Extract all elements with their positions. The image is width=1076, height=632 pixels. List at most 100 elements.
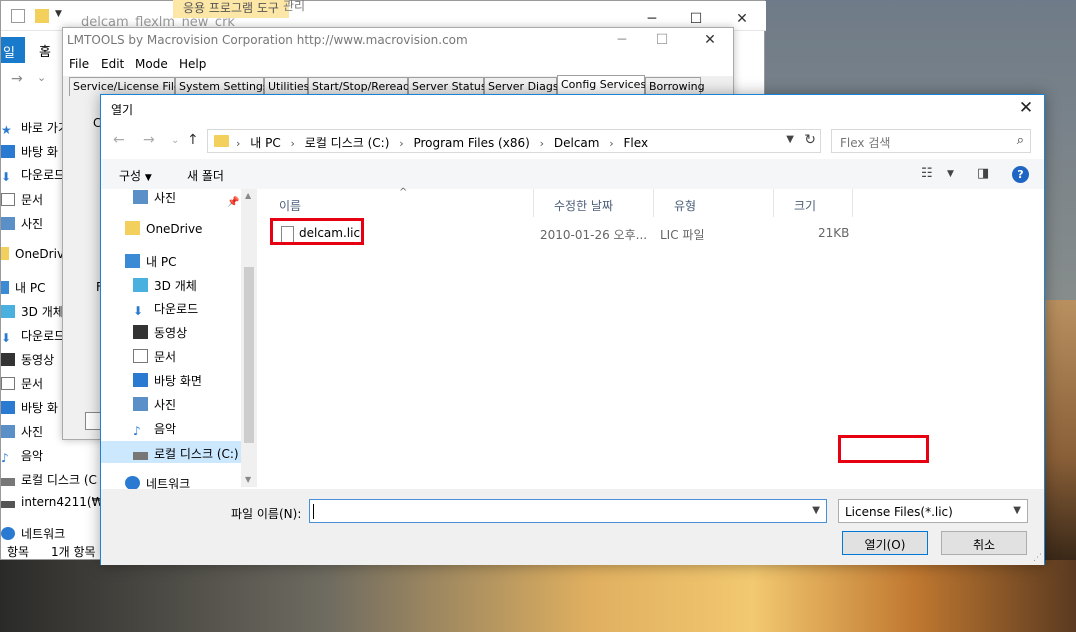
chevron-right-icon: › [399,137,404,150]
chevron-down-icon[interactable]: ▼ [786,134,794,145]
menu-file[interactable]: File [69,57,89,71]
column-type[interactable]: 유형 [654,189,774,217]
sidebar-item-videos[interactable]: 동영상 [1,351,54,373]
forward-arrow-icon[interactable]: → [143,132,155,148]
network-icon [125,476,140,489]
sidebar-item-desktop-2[interactable]: 바탕 화 [1,399,58,421]
chevron-down-icon[interactable]: ▼ [812,505,820,516]
filename-input[interactable]: ▼ [309,499,827,523]
nav-item-pictures-2[interactable]: 사진 [133,396,176,418]
maximize-icon[interactable]: ☐ [647,32,677,48]
folder-icon [214,135,229,147]
nav-item-pc[interactable]: 내 PC [125,253,176,275]
desktop-wallpaper [0,560,1076,632]
view-dropdown-icon[interactable]: ▼ [947,169,954,179]
close-icon[interactable]: ✕ [1014,97,1038,121]
menu-mode[interactable]: Mode [135,57,168,71]
ribbon-home-tab[interactable]: 홈 [39,41,51,60]
organize-button[interactable]: 구성 ▼ [119,167,152,184]
recent-locations-icon[interactable]: ⌄ [171,135,179,146]
filename-label: 파일 이름(N): [231,507,302,521]
nav-item-network[interactable]: 네트워크 [125,475,190,489]
folder-icon [1,247,9,260]
nav-item-onedrive[interactable]: OneDrive [125,221,202,243]
breadcrumb-program-files[interactable]: Program Files (x86) [413,136,529,150]
navigation-pane: 사진 📌 OneDrive 내 PC 3D 개체 ⬇ 다운로드 동영상 문서 바탕… [101,189,257,489]
tab-config-services[interactable]: Config Services [557,75,646,96]
breadcrumb-flex[interactable]: Flex [624,136,649,150]
cancel-button[interactable]: 취소 [941,531,1027,555]
tab-app-tools[interactable]: 응용 프로그램 도구 [173,0,289,18]
dialog-toolbar: 구성 ▼ 새 폴더 ☷ ▼ ◨ ? [101,159,1044,189]
pc-icon [1,281,9,294]
sidebar-item-pc[interactable]: 내 PC [1,279,45,301]
maximize-icon[interactable]: ☐ [681,11,711,27]
menu-edit[interactable]: Edit [101,57,124,71]
scroll-up-icon[interactable]: ▲ [245,191,251,200]
column-name[interactable]: 이름 ^ [259,187,534,217]
up-arrow-icon[interactable]: ↑ [187,132,199,148]
forward-arrow-icon[interactable]: → [11,71,23,87]
tab-manage[interactable]: 관리 [283,0,305,14]
sidebar-item-music[interactable]: ♪ 음악 [1,447,43,469]
nav-item-pictures[interactable]: 사진 [133,189,176,211]
sidebar-item-onedrive[interactable]: OneDrive [1,247,71,269]
lmtools-checkbox[interactable] [85,412,101,430]
sidebar-item-desktop[interactable]: 바탕 화 [1,143,58,165]
column-date[interactable]: 수정한 날짜 [534,189,654,217]
checkbox-icon[interactable] [11,9,25,23]
pin-icon[interactable]: 📌 [227,197,239,208]
sidebar-item-quick[interactable]: ★ 바로 가기 [1,119,69,141]
picture-icon [133,190,148,204]
refresh-icon[interactable]: ↻ [804,132,816,148]
chevron-down-icon[interactable]: ⌄ [37,71,46,84]
sidebar-item-downloads[interactable]: ⬇ 다운로드 [1,166,65,188]
nav-item-videos[interactable]: 동영상 [133,324,187,346]
nav-item-desktop[interactable]: 바탕 화면 [133,372,202,394]
sidebar-item-downloads-2[interactable]: ⬇ 다운로드 [1,327,65,349]
cube-icon [1,305,15,318]
breadcrumb-delcam[interactable]: Delcam [554,136,600,150]
breadcrumb-pc[interactable]: 내 PC [250,136,280,150]
menu-help[interactable]: Help [179,57,206,71]
nav-item-3d[interactable]: 3D 개체 [133,277,197,299]
back-arrow-icon[interactable]: ← [113,132,125,148]
column-size[interactable]: 크기 [774,189,853,217]
text-caret [313,504,314,519]
nav-item-downloads[interactable]: ⬇ 다운로드 [133,300,198,322]
star-icon: ★ [1,123,12,137]
sidebar-item-network-drive[interactable]: intern4211(₩₩ [1,495,115,517]
dropdown-icon[interactable]: ▼ [55,9,69,23]
open-button[interactable]: 열기(O) [842,531,928,555]
scroll-down-icon[interactable]: ▼ [245,475,251,484]
dialog-navbar: ← → ⌄ ↑ › 내 PC › 로컬 디스크 (C:) › Program F… [101,127,1044,155]
scroll-thumb[interactable] [244,267,254,443]
sidebar-item-pictures[interactable]: 사진 [1,215,43,237]
sidebar-item-3d[interactable]: 3D 개체 [1,303,64,325]
sidebar-item-pictures-2[interactable]: 사진 [1,423,43,445]
nav-scrollbar[interactable]: ▲ ▼ [241,189,257,487]
minimize-icon[interactable]: ─ [607,32,637,48]
new-folder-button[interactable]: 새 폴더 [187,167,224,184]
search-input[interactable]: Flex 검색 ⌕ [831,129,1031,153]
breadcrumb-local-disk[interactable]: 로컬 디스크 (C:) [305,136,390,150]
filetype-select[interactable]: License Files(*.lic) ▼ [838,499,1028,523]
folder-icon[interactable] [35,9,49,23]
address-bar[interactable]: › 내 PC › 로컬 디스크 (C:) › Program Files (x8… [207,129,821,153]
nav-item-documents[interactable]: 문서 [133,348,176,370]
sidebar-item-documents-2[interactable]: 문서 [1,375,43,397]
sidebar-item-local-disk[interactable]: 로컬 디스크 (C [1,471,97,493]
sidebar-item-documents[interactable]: 문서 [1,191,43,213]
minimize-icon[interactable]: ─ [637,11,667,27]
picture-icon [133,397,148,411]
view-options-icon[interactable]: ☷ [921,166,933,181]
file-row[interactable]: delcam.lic 2010-01-26 오후... LIC 파일 21KB [259,219,959,243]
ribbon-file-tab[interactable]: 일 [1,37,25,63]
resize-grip-icon[interactable]: ⋰ [1033,553,1042,563]
close-icon[interactable]: ✕ [695,32,725,48]
preview-pane-icon[interactable]: ◨ [977,166,989,181]
close-icon[interactable]: ✕ [727,11,757,27]
nav-item-local-disk[interactable]: 로컬 디스크 (C:) [101,441,241,463]
nav-item-music[interactable]: ♪ 음악 [133,420,176,442]
help-icon[interactable]: ? [1012,166,1029,183]
